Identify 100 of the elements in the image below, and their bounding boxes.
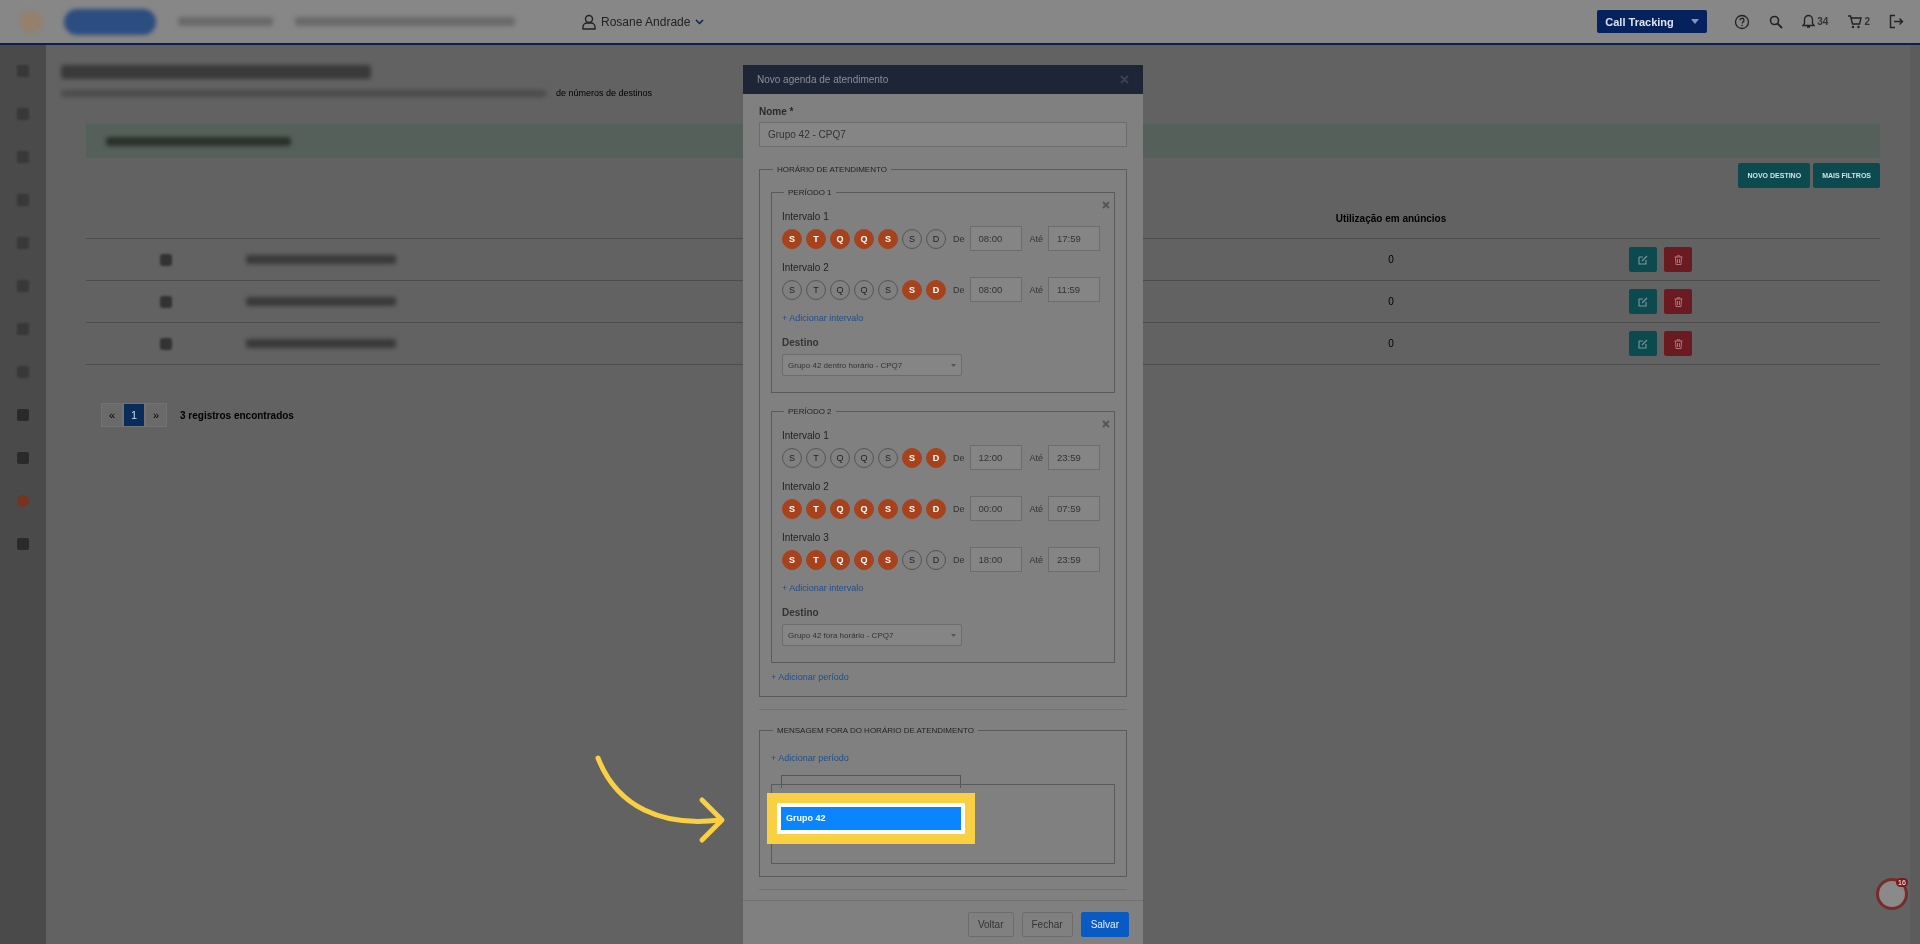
add-interval-link[interactable]: + Adicionar intervalo — [782, 583, 864, 593]
end-time-input[interactable]: 11:59 — [1048, 277, 1101, 302]
day-toggle[interactable]: S — [878, 549, 898, 570]
product-dropdown[interactable]: Call Tracking — [1597, 10, 1708, 33]
edit-icon — [1638, 254, 1648, 265]
section-legend: MENSAGEM FORA DO HORÁRIO DE ATENDIMENTO — [773, 726, 979, 735]
logout-icon[interactable] — [1889, 14, 1904, 29]
day-toggle[interactable]: Q — [854, 228, 874, 249]
add-period-link[interactable]: + Adicionar período — [771, 753, 849, 763]
end-time-input[interactable]: 23:59 — [1048, 547, 1101, 572]
section-legend: HORÁRIO DE ATENDIMENTO — [773, 165, 891, 174]
day-toggle[interactable]: T — [806, 228, 826, 249]
end-time-input[interactable]: 07:59 — [1048, 496, 1101, 521]
start-time-input[interactable]: 18:00 — [969, 547, 1022, 572]
user-menu[interactable]: Rosane Andrade — [550, 13, 705, 30]
field-label: Destino — [782, 607, 820, 618]
start-time-input[interactable]: 08:00 — [969, 226, 1022, 251]
day-toggle[interactable]: S — [782, 498, 802, 519]
time-label: De — [953, 452, 965, 463]
help-icon[interactable] — [1734, 13, 1751, 30]
sidebar-icon[interactable] — [17, 409, 29, 421]
footer-button[interactable]: Fechar — [1021, 912, 1073, 937]
search-field[interactable] — [781, 775, 961, 788]
day-toggle[interactable]: Q — [830, 228, 850, 249]
start-time-input[interactable]: 08:00 — [969, 277, 1022, 302]
trash-icon — [1673, 296, 1683, 307]
delete-button[interactable] — [1664, 331, 1692, 356]
notification-count: 34 — [1817, 16, 1829, 27]
breadcrumb-text: de números de destinos — [556, 88, 653, 98]
page-button[interactable]: 1 — [123, 403, 145, 427]
footer-button[interactable]: Salvar — [1080, 912, 1129, 937]
type-icon — [160, 253, 172, 266]
day-toggle[interactable]: S — [878, 228, 898, 249]
delete-button[interactable] — [1664, 289, 1692, 314]
dropdown-option[interactable]: Grupo 42 — [781, 807, 961, 830]
edit-icon — [1638, 296, 1648, 307]
interval-label: Intervalo 1 — [782, 430, 830, 441]
field-label: Nome * — [759, 106, 795, 117]
day-toggle[interactable]: Q — [830, 549, 850, 570]
start-time-input[interactable]: 12:00 — [969, 445, 1022, 470]
delete-button[interactable] — [1664, 247, 1692, 272]
add-interval-link[interactable]: + Adicionar intervalo — [782, 313, 864, 323]
interval-label: Intervalo 2 — [782, 262, 830, 273]
period-legend: PERÍODO 1 — [784, 188, 836, 197]
caret-icon — [1691, 19, 1700, 24]
trash-icon — [1673, 254, 1683, 265]
day-toggle[interactable]: T — [806, 549, 826, 570]
sidebar-icon[interactable] — [17, 452, 29, 464]
sidebar-icon[interactable] — [17, 538, 29, 550]
close-icon[interactable] — [1120, 75, 1129, 84]
remove-period-icon[interactable] — [1102, 420, 1110, 428]
edit-button[interactable] — [1629, 247, 1657, 272]
caret-icon — [951, 363, 956, 367]
notifications-button[interactable]: 34 — [1802, 14, 1829, 29]
day-toggle[interactable]: T — [806, 498, 826, 519]
footer-button[interactable]: Voltar — [967, 912, 1014, 937]
day-toggle[interactable]: D — [926, 447, 946, 468]
record-count: 3 registros encontrados — [180, 409, 294, 421]
end-time-input[interactable]: 17:59 — [1048, 226, 1101, 251]
day-toggle[interactable]: S — [878, 498, 898, 519]
remove-period-icon[interactable] — [1102, 201, 1110, 209]
day-toggle[interactable]: D — [926, 498, 946, 519]
time-label: Até — [1029, 503, 1044, 514]
table-cell-text: 0 — [1387, 338, 1395, 349]
edit-icon — [1638, 338, 1648, 349]
start-time-input[interactable]: 00:00 — [969, 496, 1022, 521]
search-icon[interactable] — [1769, 14, 1784, 29]
time-label: Até — [1029, 554, 1044, 565]
add-period-link[interactable]: + Adicionar período — [771, 672, 849, 682]
day-toggle[interactable]: Q — [854, 549, 874, 570]
day-toggle[interactable]: S — [782, 549, 802, 570]
day-toggle[interactable]: D — [926, 279, 946, 300]
time-label: Até — [1029, 452, 1044, 463]
time-label: De — [953, 284, 965, 295]
next-page-button[interactable]: » — [145, 403, 167, 427]
time-label: De — [953, 554, 965, 565]
sidebar-icon[interactable] — [17, 495, 29, 507]
chat-widget-icon[interactable] — [1876, 878, 1908, 910]
day-toggle[interactable]: S — [782, 228, 802, 249]
destination-select[interactable]: Grupo 42 dentro horário - CPQ7 — [782, 354, 962, 376]
name-input[interactable]: Grupo 42 - CPQ7 — [759, 122, 1127, 147]
time-label: Até — [1029, 233, 1044, 244]
day-toggle[interactable]: Q — [830, 498, 850, 519]
day-toggle[interactable]: S — [902, 447, 922, 468]
interval-label: Intervalo 2 — [782, 481, 830, 492]
user-icon — [582, 13, 596, 30]
edit-button[interactable] — [1629, 289, 1657, 314]
destination-select[interactable]: Grupo 42 fora horário - CPQ7 — [782, 624, 962, 646]
interval-label: Intervalo 1 — [782, 211, 830, 222]
end-time-input[interactable]: 23:59 — [1048, 445, 1101, 470]
type-icon — [160, 337, 172, 350]
previous-page-button[interactable]: « — [101, 403, 123, 427]
bell-icon — [1802, 14, 1816, 29]
time-label: Até — [1029, 284, 1044, 295]
day-toggle[interactable]: S — [902, 279, 922, 300]
edit-button[interactable] — [1629, 331, 1657, 356]
day-toggle[interactable]: Q — [854, 498, 874, 519]
table-cell-text: 0 — [1387, 296, 1395, 307]
day-toggle[interactable]: S — [902, 498, 922, 519]
cart-button[interactable]: 2 — [1847, 14, 1870, 29]
